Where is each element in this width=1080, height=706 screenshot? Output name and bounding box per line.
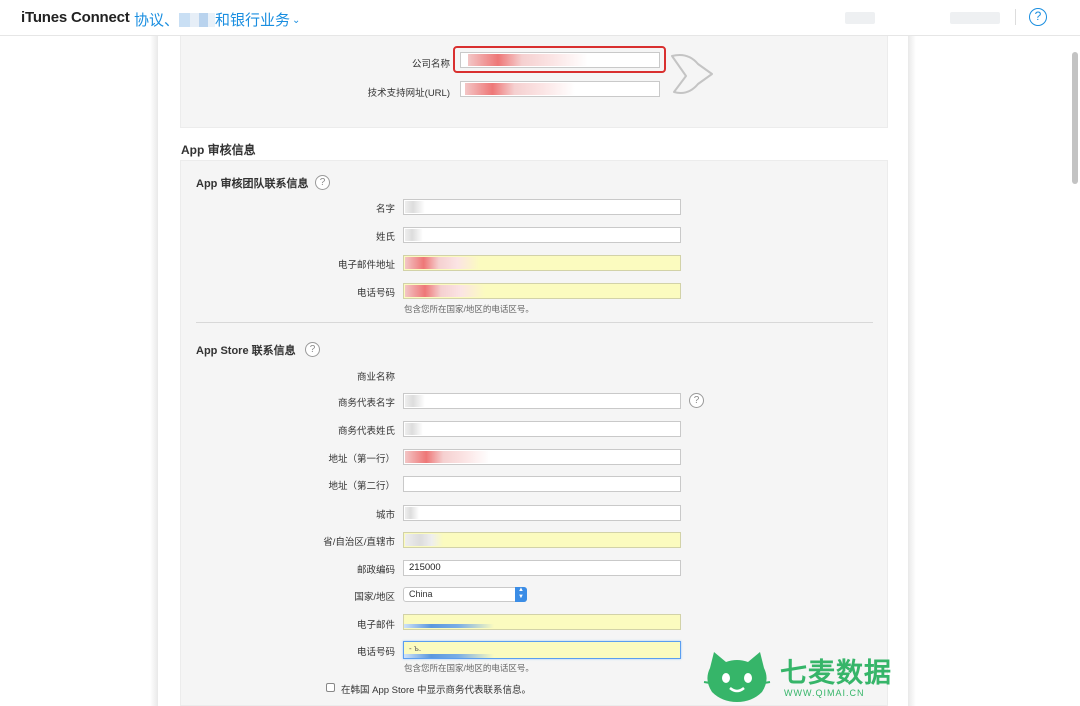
last-name-label: 姓氏 — [375, 232, 395, 243]
phone-label: 电话号码 — [356, 288, 395, 299]
company-name-label: 公司名称 — [411, 59, 450, 70]
province-label: 省/自治区/直辖市 — [323, 537, 395, 548]
rep-first-name-field[interactable] — [403, 393, 681, 409]
first-name-field[interactable] — [403, 199, 681, 215]
app-brand[interactable]: iTunes Connect — [21, 9, 130, 26]
phone-hint: 包含您所在国家/地区的电话区号。 — [404, 304, 534, 314]
province-field[interactable] — [403, 532, 681, 548]
select-arrows-icon: ▲ ▼ — [515, 587, 527, 602]
breadcrumb-menu[interactable]: 协议、 和银行业务 ⌄ — [134, 9, 300, 30]
top-bar: iTunes Connect 协议、 和银行业务 ⌄ ? — [0, 0, 1080, 36]
redacted-value — [405, 507, 419, 519]
store-phone-label: 电话号码 — [356, 647, 395, 658]
redacted-nav-item — [845, 12, 875, 24]
store-email-label: 电子邮件 — [356, 620, 395, 631]
arrow-annotation-icon — [671, 54, 713, 94]
redacted-value — [404, 654, 494, 658]
address2-field[interactable] — [403, 476, 681, 492]
redacted-nav-item — [950, 12, 1000, 24]
scrollbar[interactable] — [1072, 52, 1078, 184]
highlight-box — [453, 46, 666, 73]
help-icon[interactable]: ? — [315, 175, 330, 190]
last-name-field[interactable] — [403, 227, 681, 243]
country-value: China — [409, 589, 433, 599]
page-shadow-right — [908, 36, 916, 706]
breadcrumb-text-right: 和银行业务 — [215, 12, 291, 29]
redacted-value — [404, 624, 494, 628]
redacted-value — [405, 257, 480, 269]
country-select[interactable]: China ▲ ▼ — [403, 587, 527, 602]
rep-last-name-label: 商务代表姓氏 — [337, 426, 395, 437]
app-review-section-title: App 审核信息 — [181, 143, 256, 157]
address2-label: 地址（第二行） — [328, 481, 395, 492]
redacted-value — [405, 285, 485, 297]
help-icon[interactable]: ? — [305, 342, 320, 357]
store-phone-value: - ъ. — [409, 644, 422, 653]
chevron-down-icon: ⌄ — [292, 15, 301, 26]
first-name-label: 名字 — [375, 204, 395, 215]
business-name-label: 商业名称 — [356, 372, 395, 383]
support-url-label: 技术支持网址(URL) — [367, 88, 450, 99]
redacted-value — [405, 395, 425, 407]
section-divider — [196, 322, 873, 323]
redacted-value — [465, 83, 575, 95]
postal-code-field[interactable]: 215000 — [403, 560, 681, 576]
address1-label: 地址（第一行） — [328, 454, 395, 465]
korea-display-label: 在韩国 App Store 中显示商务代表联系信息。 — [341, 685, 532, 696]
redacted-text — [179, 13, 216, 27]
country-label: 国家/地区 — [354, 592, 395, 603]
email-label: 电子邮件地址 — [337, 260, 395, 271]
redacted-value — [405, 229, 423, 241]
korea-display-checkbox[interactable] — [326, 683, 335, 692]
rep-last-name-field[interactable] — [403, 421, 681, 437]
city-field[interactable] — [403, 505, 681, 521]
redacted-value — [405, 534, 443, 546]
redacted-value — [405, 201, 425, 213]
review-team-title: App 审核团队联系信息 — [196, 178, 309, 190]
store-contact-title: App Store 联系信息 — [196, 345, 296, 357]
city-label: 城市 — [375, 510, 395, 521]
page-shadow-left — [150, 36, 158, 706]
breadcrumb-text-left: 协议、 — [134, 12, 180, 29]
help-icon[interactable]: ? — [689, 393, 704, 408]
redacted-value — [405, 423, 423, 435]
cat-logo-icon — [703, 652, 771, 702]
rep-first-name-label: 商务代表名字 — [337, 398, 395, 409]
redacted-value — [405, 451, 490, 463]
store-phone-hint: 包含您所在国家/地区的电话区号。 — [404, 663, 534, 673]
watermark-name: 七麦数据 — [780, 658, 892, 688]
postal-code-label: 邮政编码 — [356, 565, 395, 576]
watermark-url: WWW.QIMAI.CN — [784, 688, 865, 698]
help-icon[interactable]: ? — [1029, 8, 1047, 26]
nav-divider — [1015, 9, 1016, 25]
